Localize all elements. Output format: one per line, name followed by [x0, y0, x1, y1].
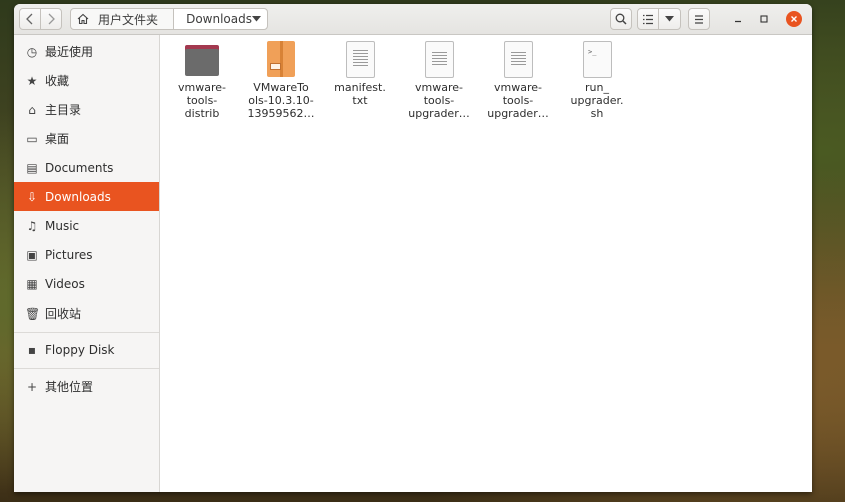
minimize-icon — [735, 20, 741, 23]
sidebar-item-other-locations[interactable]: + 其他位置 — [14, 372, 159, 401]
sidebar-separator — [14, 332, 159, 333]
picture-icon: ▣ — [26, 247, 38, 262]
sidebar-item-desktop[interactable]: ▭ 桌面 — [14, 124, 159, 153]
close-button[interactable] — [786, 11, 802, 27]
search-icon — [615, 13, 627, 25]
star-icon: ★ — [26, 73, 38, 88]
file-label: manifest. txt — [334, 81, 386, 107]
triangle-down-icon — [252, 16, 261, 22]
sidebar: ◷ 最近使用 ★ 收藏 ⌂ 主目录 ▭ 桌面 ▤ Documents ⇩ Dow… — [14, 35, 160, 492]
file-view: vmware-tools-distrib VMwareTo ols-10.3.10… — [160, 35, 812, 492]
trash-icon: 🗑 — [25, 306, 41, 321]
binary-file-icon — [499, 41, 537, 79]
sidebar-item-label: Videos — [45, 276, 85, 291]
maximize-icon — [760, 15, 768, 23]
file-label: vmware-tools-distrib — [178, 81, 226, 120]
watermark: https://blog.csdn.net/weixin_44768635 — [562, 474, 801, 490]
file-item[interactable]: vmware-tools-distrib — [162, 41, 242, 120]
sidebar-item-downloads[interactable]: ⇩ Downloads — [14, 182, 159, 211]
script-file-icon: >_ — [578, 41, 616, 79]
desktop-icon: ▭ — [26, 131, 38, 146]
file-label: vmware-tools-upgrader… — [487, 81, 549, 120]
sidebar-item-pictures[interactable]: ▣ Pictures — [14, 240, 159, 269]
list-view-button[interactable] — [637, 8, 659, 30]
folder-icon — [183, 41, 221, 79]
path-home-button[interactable]: 用户文件夹 — [71, 9, 175, 29]
chevron-left-icon — [26, 13, 33, 25]
path-current-label: Downloads — [186, 12, 252, 26]
clock-icon: ◷ — [26, 44, 38, 59]
close-icon — [791, 16, 797, 22]
search-button[interactable] — [610, 8, 632, 30]
file-manager-window: 用户文件夹 Downloads ◷ 最近使用 ★ 收藏 ⌂ 主目录 ▭ 桌面 ▤… — [14, 4, 812, 492]
sidebar-item-label: 收藏 — [45, 74, 70, 88]
sidebar-item-music[interactable]: ♫ Music — [14, 211, 159, 240]
file-item[interactable]: vmware-tools-upgrader… — [478, 41, 558, 120]
file-label: VMwareTo ols-10.3.10- 13959562… — [247, 81, 315, 120]
sidebar-item-home[interactable]: ⌂ 主目录 — [14, 95, 159, 124]
binary-file-icon — [420, 41, 458, 79]
file-label: run_ upgrader. sh — [570, 81, 624, 120]
chevron-right-icon — [48, 13, 55, 25]
sidebar-item-label: Pictures — [45, 247, 93, 262]
sidebar-item-recent[interactable]: ◷ 最近使用 — [14, 37, 159, 66]
sidebar-item-label: Floppy Disk — [45, 342, 115, 357]
file-item[interactable]: manifest. txt — [320, 41, 400, 107]
list-view-icon — [643, 14, 653, 24]
back-button[interactable] — [19, 8, 41, 30]
sidebar-item-videos[interactable]: ▦ Videos — [14, 269, 159, 298]
file-item[interactable]: vmware-tools-upgrader… — [399, 41, 479, 120]
forward-button[interactable] — [40, 8, 62, 30]
sidebar-item-floppy[interactable]: ▪ Floppy Disk — [14, 335, 159, 364]
file-label: vmware-tools-upgrader… — [408, 81, 470, 120]
sidebar-item-label: Music — [45, 218, 80, 233]
sidebar-item-starred[interactable]: ★ 收藏 — [14, 66, 159, 95]
file-item[interactable]: >_ run_ upgrader. sh — [557, 41, 637, 120]
menu-button[interactable] — [688, 8, 710, 30]
video-icon: ▦ — [26, 276, 38, 291]
plus-icon: + — [26, 379, 38, 394]
sidebar-separator — [14, 368, 159, 369]
sidebar-item-label: Downloads — [45, 189, 111, 204]
sidebar-item-label: 主目录 — [45, 103, 82, 117]
document-icon: ▤ — [26, 160, 38, 175]
header-bar: 用户文件夹 Downloads — [14, 4, 812, 35]
sidebar-item-label: 桌面 — [45, 132, 70, 146]
maximize-button[interactable] — [756, 11, 772, 27]
view-options-button[interactable] — [658, 8, 681, 30]
sidebar-item-trash[interactable]: 🗑 回收站 — [14, 299, 159, 328]
download-icon: ⇩ — [26, 189, 38, 204]
music-icon: ♫ — [26, 218, 38, 233]
home-icon: ⌂ — [28, 102, 36, 117]
minimize-button[interactable] — [730, 11, 746, 27]
text-file-icon — [341, 41, 379, 79]
sidebar-item-label: 回收站 — [45, 307, 82, 321]
archive-icon — [262, 41, 300, 79]
triangle-down-icon — [665, 16, 674, 22]
path-current-button[interactable]: Downloads — [174, 9, 267, 29]
floppy-icon: ▪ — [27, 342, 37, 357]
home-icon — [77, 13, 89, 25]
hamburger-icon — [695, 14, 703, 24]
sidebar-item-label: 最近使用 — [45, 45, 94, 59]
path-home-label: 用户文件夹 — [98, 12, 159, 27]
file-item[interactable]: VMwareTo ols-10.3.10- 13959562… — [241, 41, 321, 120]
path-bar: 用户文件夹 Downloads — [70, 8, 268, 30]
sidebar-item-label: 其他位置 — [45, 380, 94, 394]
sidebar-item-label: Documents — [45, 160, 114, 175]
sidebar-item-documents[interactable]: ▤ Documents — [14, 153, 159, 182]
